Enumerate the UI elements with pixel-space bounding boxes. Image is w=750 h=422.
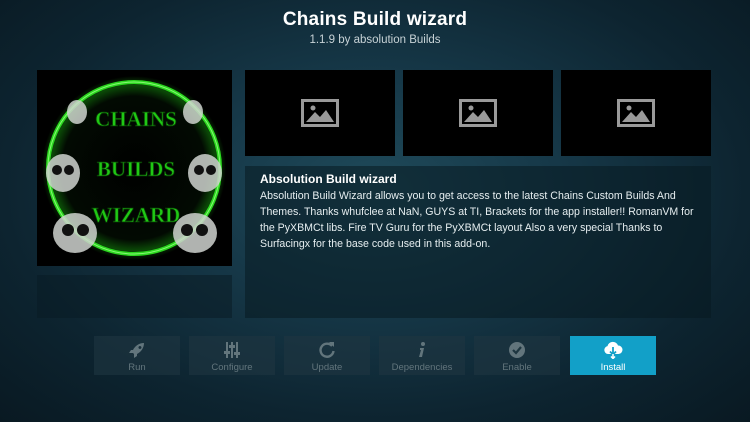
addon-version-author: 1.1.9 by absolution Builds (309, 34, 441, 46)
image-placeholder-icon (301, 99, 339, 127)
addon-icon: CHAINS BUILDS WIZARD (37, 70, 232, 266)
dependencies-label: Dependencies (391, 362, 453, 373)
update-button[interactable]: Update (284, 336, 370, 375)
screenshot-thumbnail-2[interactable] (403, 70, 553, 156)
logo-text-chains: CHAINS (95, 107, 177, 131)
logo-text-wizard: WIZARD (92, 203, 181, 227)
install-button[interactable]: Install (570, 336, 656, 375)
configure-label: Configure (211, 362, 253, 373)
check-circle-icon (508, 340, 526, 360)
update-label: Update (311, 362, 343, 373)
enable-button[interactable]: Enable (474, 336, 560, 375)
install-label: Install (600, 362, 626, 373)
run-label: Run (128, 362, 146, 373)
enable-label: Enable (502, 362, 532, 373)
rocket-icon (128, 340, 146, 360)
sliders-icon (223, 340, 241, 360)
logo-text-builds: BUILDS (97, 157, 175, 181)
screenshot-thumbnail-1[interactable] (245, 70, 395, 156)
dependencies-button[interactable]: Dependencies (379, 336, 465, 375)
addon-extra-info-panel (37, 275, 232, 318)
description-text: Absolution Build Wizard allows you to ge… (260, 190, 694, 250)
description-panel[interactable]: Absolution Build wizard Absolution Build… (245, 166, 711, 318)
description-title: Absolution Build wizard (260, 172, 397, 186)
configure-button[interactable]: Configure (189, 336, 275, 375)
addon-title: Chains Build wizard (282, 9, 468, 30)
image-placeholder-icon (617, 99, 655, 127)
image-placeholder-icon (459, 99, 497, 127)
refresh-icon (318, 340, 336, 360)
info-icon (413, 340, 431, 360)
chains-builds-wizard-logo: CHAINS BUILDS WIZARD (37, 70, 232, 266)
screenshot-thumbnail-3[interactable] (561, 70, 711, 156)
run-button[interactable]: Run (94, 336, 180, 375)
header: Chains Build wizard 1.1.9 by absolution … (0, 9, 750, 46)
cloud-download-icon (603, 340, 623, 360)
